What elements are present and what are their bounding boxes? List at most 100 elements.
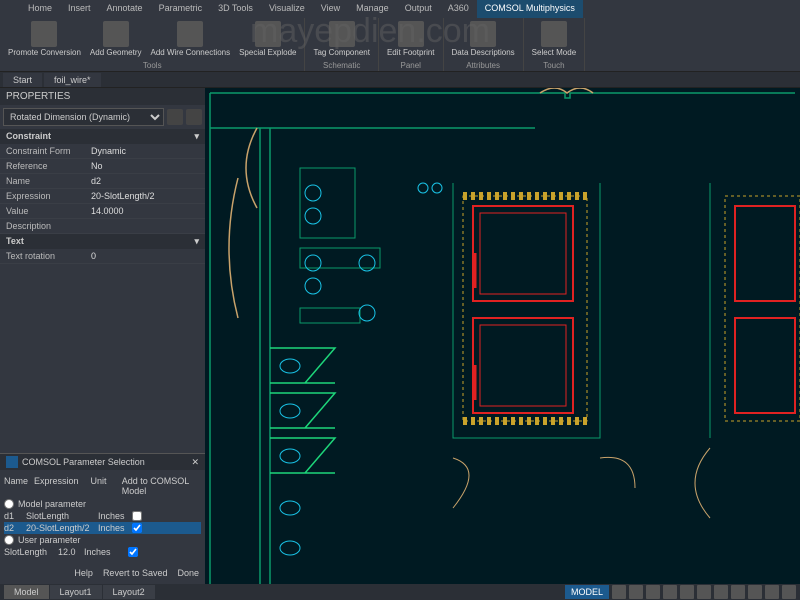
- user-param-radio[interactable]: [4, 535, 14, 545]
- model-param-radio[interactable]: [4, 499, 14, 509]
- properties-title: PROPERTIES: [0, 88, 205, 105]
- edit-footprint-button[interactable]: Edit Footprint: [383, 19, 439, 59]
- group-label: Attributes: [466, 61, 500, 70]
- lineweight-icon[interactable]: [714, 585, 728, 599]
- ribbon-group-touch: Select Mode Touch: [524, 18, 585, 71]
- close-icon[interactable]: ✕: [191, 457, 199, 468]
- revert-link[interactable]: Revert to Saved: [103, 568, 168, 578]
- quick-select-button[interactable]: [167, 109, 183, 125]
- prop-row[interactable]: Text rotation0: [0, 249, 205, 264]
- select-mode-button[interactable]: Select Mode: [528, 19, 580, 59]
- section-text-header[interactable]: Text▾: [0, 234, 205, 249]
- prop-row[interactable]: ReferenceNo: [0, 159, 205, 174]
- ribbon-btn-label: Special Explode: [239, 48, 296, 57]
- add-geometry-button[interactable]: Add Geometry: [86, 19, 146, 59]
- group-label: Panel: [401, 61, 421, 70]
- ribbon: Promote Conversion Add Geometry Add Wire C…: [0, 18, 800, 72]
- prop-key: Expression: [6, 191, 91, 201]
- properties-selector[interactable]: Rotated Dimension (Dynamic): [3, 108, 164, 126]
- user-row-add-checkbox[interactable]: [128, 547, 138, 557]
- prop-row[interactable]: Value14.0000: [0, 204, 205, 219]
- row-name: d1: [4, 511, 22, 521]
- workspace-icon[interactable]: [765, 585, 779, 599]
- prop-key: Reference: [6, 161, 91, 171]
- help-link[interactable]: Help: [74, 568, 93, 578]
- ribbon-tab-manage[interactable]: Manage: [348, 0, 397, 18]
- group-label: Schematic: [323, 61, 360, 70]
- row-add-checkbox[interactable]: [132, 511, 142, 521]
- special-explode-icon: [255, 21, 281, 47]
- tag-component-button[interactable]: Tag Component: [309, 19, 373, 59]
- ribbon-tab-comsol-multiphysics[interactable]: COMSOL Multiphysics: [477, 0, 583, 18]
- layout-tab[interactable]: Model: [4, 585, 49, 599]
- customize-icon[interactable]: [782, 585, 796, 599]
- ribbon-group-panel: Edit Footprint Panel: [379, 18, 444, 71]
- prop-row[interactable]: Expression20-SlotLength/2: [0, 189, 205, 204]
- prop-row[interactable]: Named2: [0, 174, 205, 189]
- user-row-value: 12.0: [58, 547, 80, 557]
- col-expr: Expression: [34, 476, 84, 496]
- doc-tab[interactable]: foil_wire*: [44, 73, 101, 87]
- promote-conversion-button[interactable]: Promote Conversion: [4, 19, 85, 59]
- left-panel: PROPERTIES Rotated Dimension (Dynamic) C…: [0, 88, 205, 584]
- doc-tab[interactable]: Start: [3, 73, 42, 87]
- ribbon-tab-3d-tools[interactable]: 3D Tools: [210, 0, 261, 18]
- transparency-icon[interactable]: [731, 585, 745, 599]
- polar-icon[interactable]: [663, 585, 677, 599]
- add-wire-connections-icon: [177, 21, 203, 47]
- prop-value: 14.0000: [91, 206, 124, 216]
- comsol-row[interactable]: d220-SlotLength/2Inches: [4, 522, 201, 534]
- prop-key: Value: [6, 206, 91, 216]
- layout-tab[interactable]: Layout2: [103, 585, 155, 599]
- comsol-title: COMSOL Parameter Selection: [22, 457, 145, 467]
- drawing-canvas[interactable]: [205, 88, 800, 584]
- ribbon-btn-label: Promote Conversion: [8, 48, 81, 57]
- row-expr: SlotLength: [26, 511, 94, 521]
- add-geometry-icon: [103, 21, 129, 47]
- grid-icon[interactable]: [612, 585, 626, 599]
- ribbon-tab-view[interactable]: View: [313, 0, 348, 18]
- group-label: Touch: [543, 61, 564, 70]
- comsol-row[interactable]: d1 SlotLength Inches: [4, 510, 201, 522]
- tag-component-icon: [329, 21, 355, 47]
- ribbon-group-tools: Promote Conversion Add Geometry Add Wire C…: [0, 18, 305, 71]
- comsol-icon: [6, 456, 18, 468]
- otrack-icon[interactable]: [697, 585, 711, 599]
- prop-row[interactable]: Constraint FormDynamic: [0, 144, 205, 159]
- ribbon-tab-annotate[interactable]: Annotate: [99, 0, 151, 18]
- ribbon-tab-a360[interactable]: A360: [440, 0, 477, 18]
- layout-tab[interactable]: Layout1: [50, 585, 102, 599]
- comsol-parameter-panel: COMSOL Parameter Selection ✕ Name Expres…: [0, 453, 205, 584]
- row-expr: 20-SlotLength/2: [26, 523, 94, 533]
- ribbon-tab-parametric[interactable]: Parametric: [151, 0, 211, 18]
- ribbon-btn-label: Add Geometry: [90, 48, 142, 57]
- ribbon-tab-output[interactable]: Output: [397, 0, 440, 18]
- prop-key: Text rotation: [6, 251, 91, 261]
- prop-value: Dynamic: [91, 146, 126, 156]
- ribbon-btn-label: Tag Component: [313, 48, 369, 57]
- ribbon-tab-strip: HomeInsertAnnotateParametric3D ToolsVisu…: [0, 0, 800, 18]
- model-space-button[interactable]: MODEL: [565, 585, 609, 599]
- prop-value: 20-SlotLength/2: [91, 191, 155, 201]
- section-constraint-header[interactable]: Constraint▾: [0, 129, 205, 144]
- row-add-checkbox[interactable]: [132, 523, 142, 533]
- ribbon-tab-visualize[interactable]: Visualize: [261, 0, 313, 18]
- ribbon-btn-label: Edit Footprint: [387, 48, 435, 57]
- edit-footprint-icon: [398, 21, 424, 47]
- row-unit: Inches: [98, 511, 128, 521]
- data-descriptions-button[interactable]: Data Descriptions: [448, 19, 519, 59]
- ribbon-tab-insert[interactable]: Insert: [60, 0, 99, 18]
- osnap-icon[interactable]: [680, 585, 694, 599]
- add-wire-connections-button[interactable]: Add Wire Connections: [147, 19, 235, 59]
- snap-icon[interactable]: [629, 585, 643, 599]
- prop-key: Constraint Form: [6, 146, 91, 156]
- prop-key: Description: [6, 221, 91, 231]
- prop-row[interactable]: Description: [0, 219, 205, 234]
- ortho-icon[interactable]: [646, 585, 660, 599]
- ribbon-tab-home[interactable]: Home: [20, 0, 60, 18]
- toggle-pickadd-button[interactable]: [186, 109, 202, 125]
- prop-value: d2: [91, 176, 101, 186]
- annotation-icon[interactable]: [748, 585, 762, 599]
- special-explode-button[interactable]: Special Explode: [235, 19, 300, 59]
- done-link[interactable]: Done: [177, 568, 199, 578]
